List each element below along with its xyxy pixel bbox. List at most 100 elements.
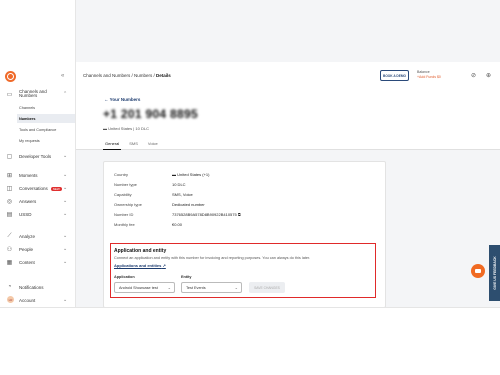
chevron-down-icon: ⌄ [63,198,68,204]
application-select[interactable]: Android Showcase test ⌄ [114,282,175,293]
section-description: Connect an application and entity with t… [114,256,311,260]
save-changes-button[interactable]: SAVE CHANGES [249,282,285,293]
analyze-icon: ⟋ [7,232,12,239]
chat-widget-icon[interactable] [471,264,485,278]
sidebar-subitem-channels[interactable]: Channels [17,103,75,112]
chat-icon: ▭ [6,91,13,98]
balance: Balance +Add Funds $0 [417,70,441,79]
tabs: General SMS Voice [103,141,160,150]
detail-value: 10 DLC [172,182,186,187]
tab-sms[interactable]: SMS [127,141,140,150]
sidebar-item-moments[interactable]: ⊞ Moments ⌄ [0,169,76,181]
detail-row: Monthly fee €0.00 [114,222,182,227]
application-label: Application [114,275,135,279]
detail-label: Monthly fee [114,222,135,227]
detail-label: Capability [114,192,132,197]
number-meta: ▬ United States | 10 DLC [103,126,149,131]
chevron-down-icon: ⌄ [63,297,68,303]
sidebar-item-label: Channels and Numbers [19,88,47,98]
chevron-down-icon: ⌄ [234,285,238,290]
detail-value: €0.00 [172,222,183,227]
detail-value: Dedicated number [172,202,205,207]
entity-select[interactable]: Test Events ⌄ [181,282,242,293]
chevron-down-icon: ⌄ [63,172,68,178]
logo-icon [5,71,16,82]
copy-icon[interactable]: ⧉ [238,212,241,217]
sidebar-item-label: People [19,246,34,252]
feedback-tab[interactable]: GIVE US FEEDBACK [489,245,500,301]
back-label: Your Numbers [109,97,141,102]
sidebar-item-label: Account [19,297,36,303]
number-id-text: 7376528B9A578D8B90922B410575 [172,212,237,217]
app-window: « ▭ Channels and Numbers ⌃ Channels Numb… [0,0,500,308]
chevron-down-icon: ⌄ [63,211,68,217]
chevron-down-icon: ⌄ [63,185,68,191]
detail-value: SMS, Voice [172,192,193,197]
country-label: United States [108,126,133,131]
sidebar-item-ussd[interactable]: ▤ USSD ⌄ [0,208,76,220]
sidebar-item-channels[interactable]: ▭ Channels and Numbers ⌃ [0,88,76,100]
sidebar: « ▭ Channels and Numbers ⌃ Channels Numb… [0,0,76,307]
flow-icon: ⊞ [6,172,13,179]
sidebar-item-label: Content [19,259,35,265]
answers-icon: ◎ [6,198,13,205]
sidebar-item-content[interactable]: ▦ Content ⌄ [0,256,76,268]
detail-row: Number ID 7376528B9A578D8B90922B410575 ⧉ [114,212,241,217]
applications-entities-link[interactable]: Applications and entities ↗ [114,263,166,268]
bell-icon: ◔ [7,284,12,290]
breadcrumb-path[interactable]: Channels and Numbers / Numbers / [83,73,156,78]
collapse-sidebar-icon[interactable]: « [61,73,64,79]
sidebar-item-notifications[interactable]: ◔ Notifications [0,281,76,293]
sidebar-item-label-wrap: Conversations NEW [19,186,62,191]
sidebar-subitem-tools[interactable]: Tools and Compliance [17,125,75,134]
detail-value-text: United States (+1) [177,172,210,177]
sidebar-item-label: Moments [19,172,38,178]
breadcrumb: Channels and Numbers / Numbers / Details [83,73,171,78]
sidebar-item-analyze[interactable]: ⟋ Analyze ⌄ [0,230,76,242]
chevron-down-icon: ⌄ [63,246,68,252]
application-value: Android Showcase test [119,285,158,290]
detail-label: Number ID [114,212,134,217]
chevron-down-icon: ⌄ [167,285,171,290]
sidebar-item-people[interactable]: ⚇ People ⌄ [0,243,76,255]
section-title: Application and entity [114,248,167,254]
detail-label: Number type [114,182,137,187]
sidebar-item-developer-tools[interactable]: ▢ Developer Tools ⌄ [0,150,76,162]
chevron-down-icon: ⌄ [63,259,68,265]
new-badge: NEW [50,186,62,191]
feedback-label: GIVE US FEEDBACK [492,256,497,290]
tab-general[interactable]: General [103,141,122,150]
sidebar-item-label: Conversations [19,185,48,191]
top-bar: Channels and Numbers / Numbers / Details… [76,62,500,90]
detail-value: ▬ United States (+1) [172,172,209,177]
link-label: Applications and entities [114,263,162,268]
tab-voice[interactable]: Voice [146,141,160,150]
sidebar-item-account[interactable]: Account ⌄ [0,294,76,306]
number-header: ← Your Numbers +1 201 904 8895 ▬ United … [76,90,500,150]
chevron-down-icon: ⌄ [63,233,68,239]
conversation-icon: ◫ [6,185,13,192]
application-entity-section: Application and entity Connect an applic… [110,243,376,298]
eye-off-icon[interactable]: ⊘ [471,72,476,79]
sidebar-subitem-requests[interactable]: My requests [17,136,75,145]
number-type-label: 10 DLC [135,126,149,131]
sidebar-item-label: Analyze [19,233,36,239]
detail-row: Country ▬ United States (+1) [114,172,209,177]
sidebar-subitem-numbers[interactable]: Numbers [17,114,75,123]
back-link[interactable]: ← Your Numbers [104,97,140,102]
chevron-down-icon: ⌄ [63,153,68,159]
sidebar-item-label: Developer Tools [19,153,52,159]
balance-label: Balance [417,70,430,74]
sidebar-item-conversations[interactable]: ◫ Conversations NEW ⌄ [0,182,76,194]
book-demo-button[interactable]: BOOK A DEMO [380,70,409,81]
phone-number: +1 201 904 8895 [103,107,198,121]
sidebar-item-answers[interactable]: ◎ Answers ⌄ [0,195,76,207]
globe-icon[interactable]: ⊕ [486,72,491,79]
breadcrumb-current: Details [156,73,171,78]
code-icon: ▢ [6,153,13,160]
sidebar-item-label: Notifications [19,284,44,290]
sidebar-item-label: USSD [19,211,32,217]
ussd-icon: ▤ [6,211,13,218]
entity-label: Entity [181,275,192,279]
add-funds-link[interactable]: +Add Funds $0 [417,75,441,79]
